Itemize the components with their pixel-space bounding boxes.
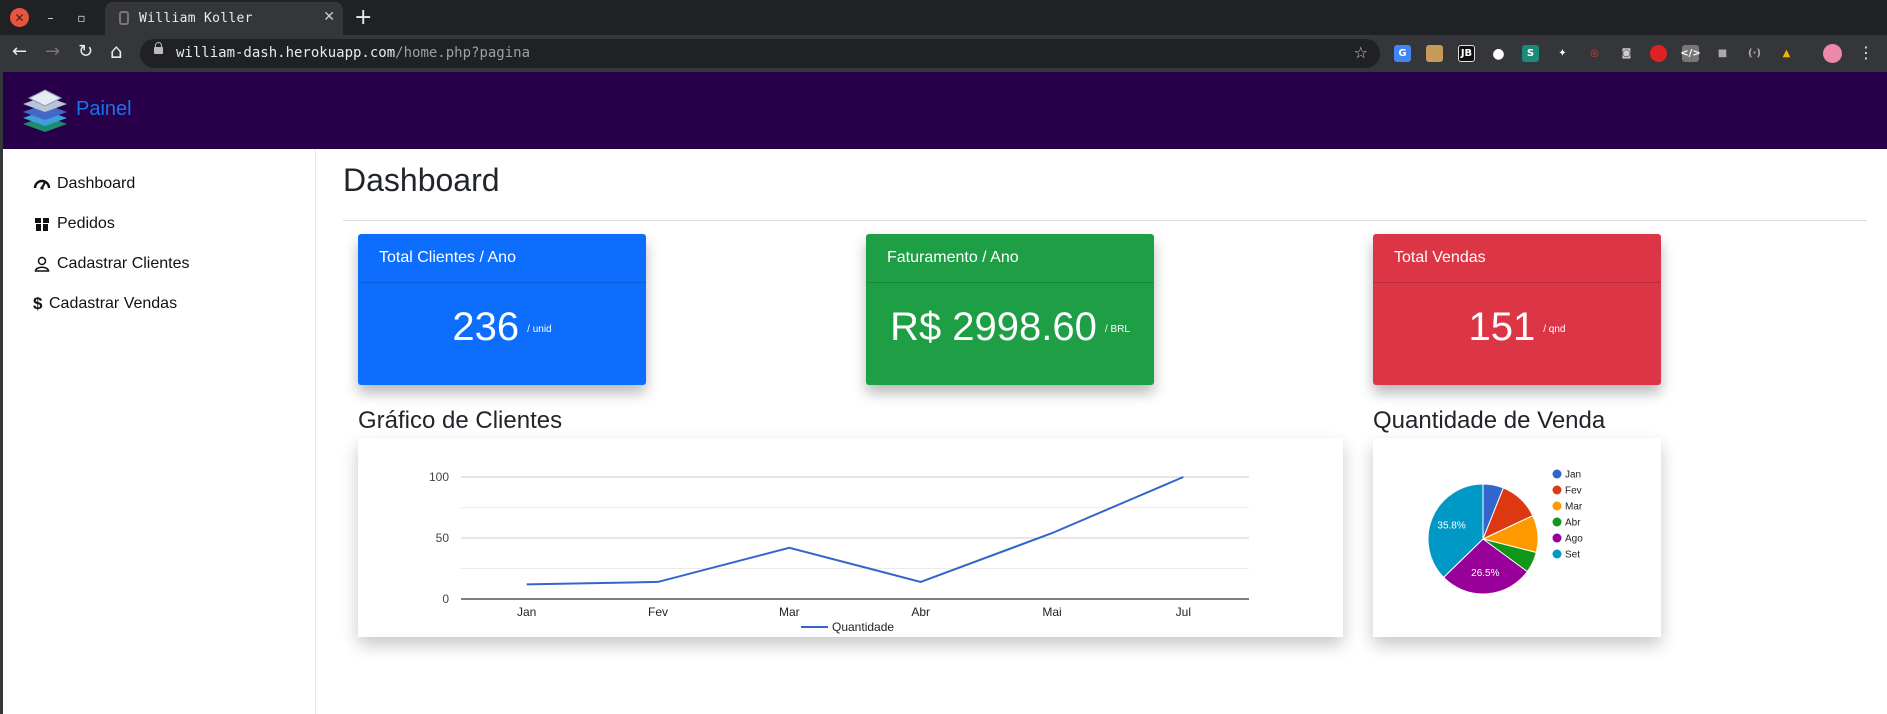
sidebar-item-pedidos[interactable]: Pedidos	[33, 213, 115, 235]
code-extension-icon[interactable]: </>	[1680, 45, 1701, 62]
new-tab-icon[interactable]: +	[354, 5, 372, 30]
wifi-extension-icon[interactable]: (·)	[1746, 45, 1763, 62]
jb-extension-icon[interactable]: JB	[1458, 45, 1475, 62]
x-tick-label: Jan	[517, 605, 536, 619]
x-tick-label: Mar	[779, 605, 800, 619]
translate-extension-icon[interactable]: G	[1394, 45, 1411, 62]
sidebar-item-label: Dashboard	[57, 175, 136, 192]
x-tick-label: Abr	[911, 605, 930, 619]
page-title: Dashboard	[343, 162, 500, 198]
url-text: william-dash.herokuapp.com/home.php?pagi…	[176, 45, 531, 61]
sidebar-item-label: Cadastrar Clientes	[57, 255, 190, 272]
legend-swatch	[1552, 517, 1562, 527]
x-tick-label: Fev	[648, 605, 668, 619]
card-unit: / BRL	[1104, 323, 1130, 335]
home-icon[interactable]: ⌂	[110, 39, 123, 63]
github-extension-icon[interactable]: ●	[1490, 45, 1507, 62]
line-chart-container: 0 50 100 Jan Fev Mar Abr Mai Jul Quantidade	[358, 438, 1343, 637]
card-value: 236/ unid	[452, 305, 552, 349]
pie-chart: 26.5% 35.8% Jan Fev Mar Abr Ago Set	[1427, 469, 1583, 595]
profile-avatar[interactable]	[1823, 44, 1842, 63]
brand-link[interactable]: Painel	[76, 98, 132, 121]
legend-label: Fev	[1565, 486, 1582, 497]
pie-chart-container: 26.5% 35.8% Jan Fev Mar Abr Ago Set	[1373, 438, 1661, 637]
stacked-layers-logo[interactable]	[21, 86, 69, 136]
divider	[343, 220, 1867, 221]
s-extension-icon[interactable]: S	[1522, 45, 1539, 62]
bookmark-star-icon[interactable]: ☆	[1354, 43, 1368, 62]
back-icon[interactable]: ←	[12, 41, 27, 62]
sidebar-item-label: Pedidos	[57, 215, 115, 232]
cube-extension-icon[interactable]: ■	[1714, 45, 1731, 62]
bird-extension-icon[interactable]: ✦	[1554, 45, 1571, 62]
legend-label: Ago	[1565, 534, 1583, 545]
faturamento-card: Faturamento / Ano R$ 2998.60/ BRL	[866, 234, 1154, 385]
spiral-extension-icon[interactable]: ◎	[1586, 45, 1603, 62]
browser-tab-bar: ✕ – ▫ William Koller ✕ +	[0, 0, 1887, 35]
camera-extension-icon[interactable]: ◙	[1618, 45, 1635, 62]
card-title: Total Vendas	[1373, 234, 1661, 283]
browser-toolbar: ← → ↻ ⌂ william-dash.herokuapp.com/home.…	[0, 35, 1887, 72]
card-value: 151/ qnd	[1468, 305, 1566, 349]
x-tick-label: Jul	[1176, 605, 1191, 619]
lock-icon	[154, 42, 163, 54]
card-title: Total Clientes / Ano	[358, 234, 646, 283]
box-icon	[35, 218, 49, 231]
legend-swatch	[1552, 549, 1562, 559]
top-navbar: Painel	[3, 72, 1887, 149]
legend-swatch	[1552, 533, 1562, 543]
maximize-window-icon[interactable]: ▫	[72, 8, 91, 27]
browser-menu-icon[interactable]: ⋮	[1858, 43, 1874, 62]
y-tick-label: 0	[442, 592, 449, 606]
line-chart: 0 50 100 Jan Fev Mar Abr Mai Jul Quantidade	[429, 470, 1249, 634]
slice-label: 35.8%	[1437, 521, 1465, 532]
sidebar: Dashboard Pedidos Cadastrar Clientes $ C…	[3, 149, 316, 714]
sidebar-item-cadastrar-vendas[interactable]: $ Cadastrar Vendas	[33, 293, 177, 315]
card-value: R$ 2998.60/ BRL	[890, 305, 1130, 349]
user-icon	[34, 256, 50, 272]
x-tick-label: Mai	[1042, 605, 1061, 619]
legend-swatch	[1552, 485, 1562, 495]
card-unit: / qnd	[1543, 323, 1566, 335]
sidebar-item-label: Cadastrar Vendas	[49, 295, 178, 312]
forward-icon[interactable]: →	[45, 41, 60, 62]
close-tab-icon[interactable]: ✕	[323, 9, 335, 25]
extension-icon[interactable]	[1426, 45, 1443, 62]
tab-title: William Koller	[139, 11, 253, 26]
slice-label: 26.5%	[1471, 568, 1499, 579]
browser-tab[interactable]: William Koller ✕	[105, 2, 343, 35]
total-clientes-card: Total Clientes / Ano 236/ unid	[358, 234, 646, 385]
tab-favicon-icon	[119, 11, 129, 25]
line-chart-title: Gráfico de Clientes	[358, 407, 563, 434]
legend-swatch	[1552, 469, 1562, 479]
dollar-icon: $	[33, 294, 43, 313]
legend-label: Quantidade	[832, 620, 894, 634]
hand-extension-icon[interactable]	[1650, 45, 1667, 62]
card-unit: / unid	[527, 323, 552, 335]
legend-label: Jan	[1565, 470, 1581, 481]
reload-icon[interactable]: ↻	[78, 41, 93, 62]
address-bar[interactable]: william-dash.herokuapp.com/home.php?pagi…	[140, 39, 1380, 68]
legend-label: Set	[1565, 550, 1580, 561]
sidebar-item-dashboard[interactable]: Dashboard	[33, 173, 135, 195]
y-tick-label: 50	[436, 531, 450, 545]
drive-extension-icon[interactable]: ▲	[1778, 45, 1795, 62]
minimize-window-icon[interactable]: –	[41, 8, 60, 27]
speedometer-icon	[33, 179, 51, 190]
legend-swatch	[1552, 501, 1562, 511]
legend-label: Abr	[1565, 518, 1581, 529]
web-page: Painel Dashboard Pedidos Cadastrar Clien…	[0, 72, 1887, 714]
sidebar-item-cadastrar-clientes[interactable]: Cadastrar Clientes	[33, 253, 190, 275]
total-vendas-card: Total Vendas 151/ qnd	[1373, 234, 1661, 385]
legend-label: Mar	[1565, 502, 1583, 513]
y-tick-label: 100	[429, 470, 449, 484]
card-title: Faturamento / Ano	[866, 234, 1154, 283]
pie-chart-title: Quantidade de Venda	[1373, 407, 1606, 434]
close-window-icon[interactable]: ✕	[10, 8, 29, 27]
